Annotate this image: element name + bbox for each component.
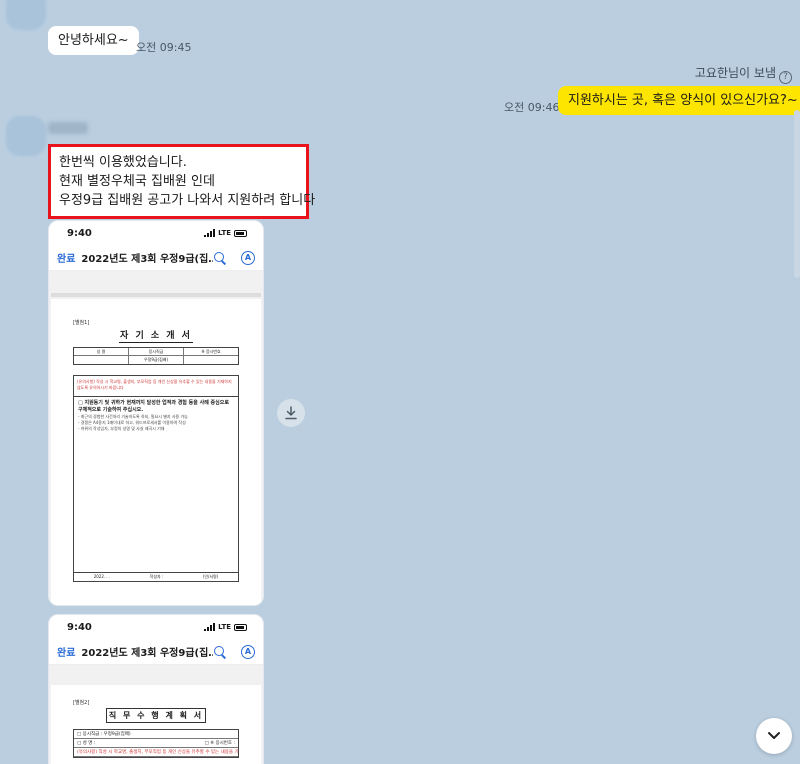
signal-icon xyxy=(204,623,216,631)
phone-navbar: 완료 2022년도 제3회 우정9급(집… A xyxy=(49,245,263,271)
chevron-down-icon xyxy=(768,732,780,739)
question-text: □ 지원동기 및 귀하가 현재까지 달성한 업적과 경험 등을 사례 중심으로 … xyxy=(78,400,229,413)
markup-icon: A xyxy=(241,644,255,659)
doc-underline xyxy=(119,342,193,343)
message-line: 우정9급 집배원 공고가 나와서 지원하려 합니다 xyxy=(59,193,316,208)
search-icon xyxy=(213,645,227,659)
list-item: - 허위의 작성입자, 부정의 성명 및 사실 왜곡시 기재 xyxy=(78,426,165,431)
table-row: 성 명 응시직급 ※ 응시번호 xyxy=(74,348,238,356)
document-page: [별첨1] 자 기 소 개 서 성 명 응시직급 ※ 응시번호 우정9급(집배)… xyxy=(51,299,261,605)
done-button: 완료 xyxy=(57,254,76,265)
phone-time: 9:40 xyxy=(67,621,92,633)
battery-icon xyxy=(234,229,247,237)
message-bubble-greeting: 안녕하세요~ xyxy=(48,26,139,55)
document-page: [별첨2] 직 무 수 행 계 획 서 □ 응시직급 : 우정9급(집배) □ … xyxy=(51,685,261,764)
note-row: (유의사항) 작성 시 학교명, 출생지, 부모직업 등 개인 신상을 유추할 … xyxy=(74,748,238,757)
doc-heading: 직 무 수 행 계 획 서 xyxy=(106,708,206,723)
essay-box: □ 지원동기 및 귀하가 현재까지 달성한 업적과 경험 등을 사례 중심으로 … xyxy=(73,397,239,573)
sender-avatar[interactable] xyxy=(6,116,46,156)
help-icon[interactable]: ? xyxy=(779,71,792,84)
applicant-table: □ 응시직급 : 우정9급(집배) □ 성 명 : □ ※ 응시번호 : (유의… xyxy=(73,729,239,758)
doc-title-bar: 2022년도 제3회 우정9급(집… xyxy=(81,254,213,265)
doc-tag: [별첨1] xyxy=(73,320,90,326)
message-line: 현재 별정우체국 집배원 인데 xyxy=(59,174,215,189)
applicant-table: 성 명 응시직급 ※ 응시번호 우정9급(집배) xyxy=(73,347,239,365)
signature-row: 2022. . . 작성자 : (인/서명) xyxy=(73,573,239,582)
message-bubble-highlighted: 한번씩 이용했었습니다. 현재 별정우체국 집배원 인데 우정9급 집배원 공고… xyxy=(48,144,316,219)
network-label: LTE xyxy=(218,623,231,631)
message-text: 안녕하세요~ xyxy=(58,33,129,48)
message-time-mine: 오전 09:46 xyxy=(504,101,560,114)
message-text: 지원하시는 곳, 혹은 양식이 있으신가요?~ xyxy=(568,93,798,108)
document-preview: [별첨1] 자 기 소 개 서 성 명 응시직급 ※ 응시번호 우정9급(집배)… xyxy=(49,271,263,605)
document-preview: [별첨2] 직 무 수 행 계 획 서 □ 응시직급 : 우정9급(집배) □ … xyxy=(49,665,263,764)
battery-icon xyxy=(234,623,247,631)
message-time: 오전 09:45 xyxy=(136,41,192,54)
note-box: (유의사항) 작성 시 학교명, 출생지, 부모직업 등 개인 신상을 유추할 … xyxy=(73,375,239,397)
table-row: □ 응시직급 : 우정9급(집배) xyxy=(74,730,238,739)
page-divider xyxy=(51,293,261,297)
table-row: 우정9급(집배) xyxy=(74,356,238,364)
signal-icon xyxy=(204,229,216,237)
image-attachment-1[interactable]: 9:40 LTE 완료 2022년도 제3회 우정9급(집… A [별첨1] 자… xyxy=(48,220,264,606)
table-row: □ 성 명 : □ ※ 응시번호 : xyxy=(74,739,238,748)
image-attachment-2[interactable]: 9:40 LTE 완료 2022년도 제3회 우정9급(집… A [별첨2] 직… xyxy=(48,614,264,764)
phone-status-bar: 9:40 LTE xyxy=(49,221,263,245)
sent-by-note: 고요한님이 보냄? xyxy=(695,64,792,84)
sent-by-text: 고요한님이 보냄 xyxy=(694,66,776,80)
sender-name-blurred xyxy=(48,122,88,134)
download-button[interactable] xyxy=(277,399,305,427)
message-bubble-mine: 지원하시는 곳, 혹은 양식이 있으신가요?~ xyxy=(558,86,800,115)
phone-time: 9:40 xyxy=(67,227,92,239)
done-button: 완료 xyxy=(57,648,76,659)
phone-navbar: 완료 2022년도 제3회 우정9급(집… A xyxy=(49,639,263,665)
message-line: 한번씩 이용했었습니다. xyxy=(59,155,187,170)
download-icon xyxy=(285,406,297,420)
scroll-to-bottom-button[interactable] xyxy=(756,718,792,754)
phone-status-bar: 9:40 LTE xyxy=(49,615,263,639)
markup-icon: A xyxy=(241,250,255,265)
doc-tag: [별첨2] xyxy=(73,700,90,706)
doc-heading: 자 기 소 개 서 xyxy=(120,331,192,341)
doc-title-bar: 2022년도 제3회 우정9급(집… xyxy=(81,648,213,659)
network-label: LTE xyxy=(218,229,231,237)
search-icon xyxy=(213,251,227,265)
scrollbar[interactable] xyxy=(794,110,800,278)
sender-avatar[interactable] xyxy=(6,0,46,30)
